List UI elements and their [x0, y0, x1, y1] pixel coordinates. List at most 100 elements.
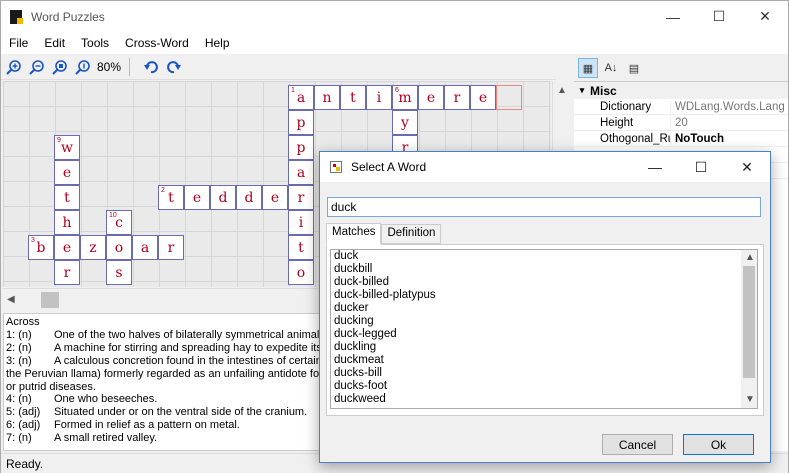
scrollbar-thumb[interactable] [41, 292, 59, 308]
grid-cell[interactable]: e [54, 160, 80, 185]
tab-matches[interactable]: Matches [326, 223, 382, 245]
property-row[interactable]: Dictionary WDLang.Words.Lang [574, 99, 788, 115]
grid-cell[interactable]: p [288, 110, 314, 135]
list-item[interactable]: ducks-bill [331, 367, 757, 380]
dialog-minimize-button[interactable]: — [632, 152, 678, 182]
categorized-view-icon[interactable]: ▦ [578, 58, 598, 78]
list-item[interactable]: duckweed [331, 393, 757, 406]
dialog-title: Select A Word [351, 160, 427, 174]
list-scrollbar-thumb[interactable] [743, 266, 755, 378]
clue-row[interactable]: 4: (n) One who beseeches. [6, 393, 318, 406]
list-item[interactable]: duck-billed [331, 276, 757, 289]
clue-number: 5: (adj) [6, 406, 41, 419]
menu-edit[interactable]: Edit [36, 36, 73, 50]
grid-cell[interactable] [496, 85, 522, 110]
grid-cell[interactable]: z [80, 235, 106, 260]
list-item[interactable]: duck-legged [331, 328, 757, 341]
grid-cell[interactable]: p [288, 135, 314, 160]
grid-cell[interactable]: r [54, 260, 80, 285]
undo-icon[interactable] [141, 57, 161, 77]
list-item[interactable]: duckbill [331, 263, 757, 276]
list-item[interactable]: ducker [331, 302, 757, 315]
property-row[interactable]: Othogonal_Rul NoTouch [574, 131, 788, 147]
zoom-in-icon[interactable] [4, 57, 24, 77]
cancel-button[interactable]: Cancel [602, 434, 673, 455]
grid-cell[interactable]: r [158, 235, 184, 260]
scroll-left-arrow-icon[interactable]: ◀ [7, 294, 15, 305]
grid-cell[interactable]: e [262, 185, 288, 210]
property-value[interactable]: NoTouch [670, 132, 788, 145]
grid-cell[interactable]: r [288, 185, 314, 210]
clue-row[interactable]: 5: (adj) Situated under or on the ventral… [6, 406, 318, 419]
clue-row[interactable]: or putrid diseases. [6, 381, 318, 394]
grid-cell[interactable]: a [288, 160, 314, 185]
grid-cell[interactable]: n [314, 85, 340, 110]
property-category[interactable]: ▾ Misc [574, 82, 788, 99]
grid-cell[interactable]: e [418, 85, 444, 110]
grid-cell[interactable]: d [236, 185, 262, 210]
grid-cell[interactable]: 3b [28, 235, 54, 260]
grid-cell[interactable]: o [288, 260, 314, 285]
property-value[interactable]: WDLang.Words.Lang [670, 100, 788, 113]
alphabetical-sort-icon[interactable]: A↓ [601, 58, 621, 78]
grid-cell[interactable]: r [444, 85, 470, 110]
grid-cell[interactable]: s [106, 260, 132, 285]
zoom-out-icon[interactable] [27, 57, 47, 77]
grid-cell[interactable]: h [54, 210, 80, 235]
grid-cell[interactable]: d [210, 185, 236, 210]
clue-row[interactable]: 2: (n) A machine for stirring and spreadi… [6, 342, 320, 355]
clue-row[interactable]: 1: (n) One of the two halves of bilateral… [6, 329, 320, 342]
list-scrollbar[interactable]: ▲ ▼ [741, 250, 757, 408]
grid-cell[interactable]: t [54, 185, 80, 210]
maximize-button[interactable]: ☐ [696, 1, 742, 32]
grid-cell[interactable]: 2t [158, 185, 184, 210]
ok-button[interactable]: Ok [683, 434, 754, 455]
menu-tools[interactable]: Tools [73, 36, 117, 50]
property-row[interactable]: Height 20 [574, 115, 788, 131]
word-search-input[interactable] [327, 197, 761, 217]
grid-cell[interactable]: 1a [288, 85, 314, 110]
scroll-up-arrow-icon[interactable]: ▲ [557, 85, 567, 96]
list-item[interactable]: duckling [331, 341, 757, 354]
clue-row[interactable]: 6: (adj) Formed in relief as a pattern on… [6, 419, 318, 432]
collapse-chevron-icon[interactable]: ▾ [574, 85, 590, 96]
grid-cell[interactable]: 9w [54, 135, 80, 160]
dialog-close-button[interactable]: ✕ [724, 152, 770, 182]
list-item[interactable]: ducking [331, 315, 757, 328]
dialog-maximize-button[interactable]: ☐ [678, 152, 724, 182]
zoom-fit-icon[interactable] [50, 57, 70, 77]
list-item[interactable]: duckmeat [331, 354, 757, 367]
menu-cross-word[interactable]: Cross-Word [117, 36, 197, 50]
grid-cell[interactable]: i [366, 85, 392, 110]
list-item[interactable]: ducks-foot [331, 380, 757, 393]
zoom-reset-icon[interactable] [73, 57, 93, 77]
redo-icon[interactable] [164, 57, 184, 77]
grid-cell[interactable]: t [288, 235, 314, 260]
clue-row[interactable]: 3: (n) A calculous concretion found in th… [6, 355, 320, 368]
grid-cell[interactable]: o [106, 235, 132, 260]
cell-letter: y [401, 114, 409, 131]
list-item[interactable]: duck [331, 250, 757, 263]
clue-row[interactable]: the Peruvian llama) formerly regarded as… [6, 368, 320, 381]
grid-cell[interactable]: t [340, 85, 366, 110]
clue-row[interactable]: 7: (n) A small retired valley. [6, 432, 318, 445]
close-button[interactable]: ✕ [742, 1, 788, 32]
grid-cell[interactable]: 10 c [106, 210, 132, 235]
list-scroll-up-icon[interactable]: ▲ [745, 252, 755, 263]
grid-cell[interactable]: e [470, 85, 496, 110]
menu-file[interactable]: File [1, 36, 36, 50]
grid-cell[interactable]: e [184, 185, 210, 210]
property-value[interactable]: 20 [670, 116, 788, 129]
property-pages-icon[interactable]: ▤ [624, 58, 644, 78]
grid-cell[interactable]: 6m [392, 85, 418, 110]
menu-help[interactable]: Help [197, 36, 238, 50]
matches-listbox[interactable]: duck duckbill duck-billed duck-billed-platy… [330, 249, 758, 409]
grid-cell[interactable]: y [392, 110, 418, 135]
grid-cell[interactable]: e [54, 235, 80, 260]
list-item[interactable]: duck-billed-platypus [331, 289, 757, 302]
minimize-button[interactable]: — [650, 1, 696, 32]
grid-cell[interactable]: a [132, 235, 158, 260]
tab-definition[interactable]: Definition [381, 224, 442, 244]
list-scroll-down-icon[interactable]: ▼ [745, 394, 755, 405]
grid-cell[interactable]: i [288, 210, 314, 235]
